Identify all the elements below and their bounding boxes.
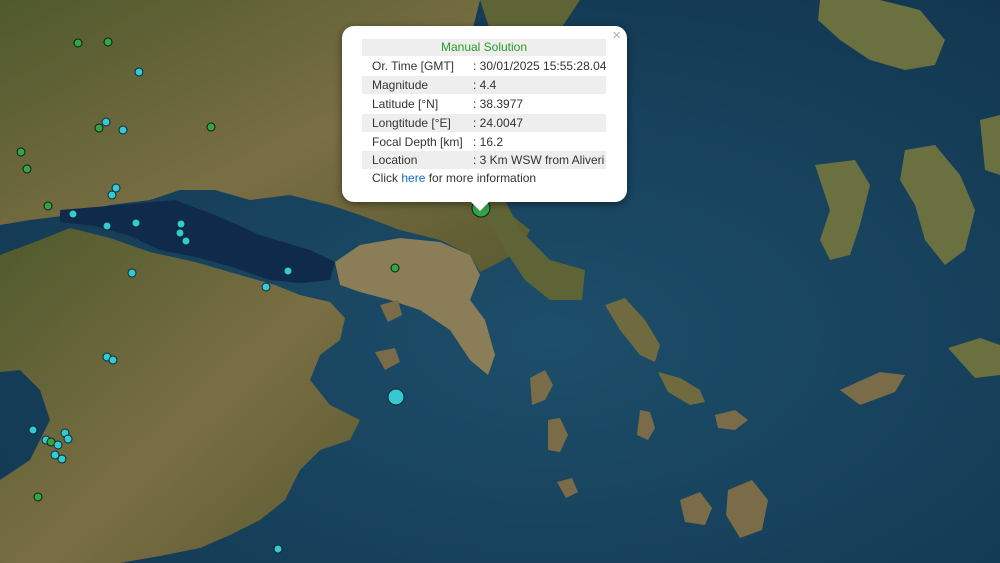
popup-row-focal-depth: Focal Depth [km] : 16.2 [362, 133, 606, 151]
quake-marker[interactable] [134, 67, 144, 77]
row-value: : 38.3977 [473, 97, 524, 111]
quake-marker[interactable] [273, 544, 283, 554]
row-label: Or. Time [GMT] [372, 59, 455, 73]
quake-marker[interactable] [107, 190, 117, 200]
popup-row-location: Location : 3 Km WSW from Aliveri [362, 151, 606, 169]
quake-marker[interactable] [108, 355, 118, 365]
quake-marker[interactable] [101, 117, 111, 127]
more-info-link[interactable]: here [401, 171, 425, 185]
popup-row-longitude: Longtitude [°E] : 24.0047 [362, 114, 606, 132]
quake-marker[interactable] [28, 425, 38, 435]
quake-marker[interactable] [283, 266, 293, 276]
quake-marker[interactable] [57, 454, 67, 464]
row-value: : 30/01/2025 15:55:28.04 [473, 59, 607, 73]
row-value: : 4.4 [473, 78, 497, 92]
earthquake-info-popup: × Manual Solution Or. Time [GMT] : 30/01… [342, 26, 627, 211]
popup-row-origin-time: Or. Time [GMT] : 30/01/2025 15:55:28.04 [362, 57, 606, 75]
close-icon[interactable]: × [612, 28, 621, 44]
quake-marker[interactable] [33, 492, 43, 502]
quake-marker-large[interactable] [387, 388, 405, 406]
quake-marker[interactable] [68, 209, 78, 219]
quake-marker[interactable] [181, 236, 191, 246]
quake-marker[interactable] [390, 263, 400, 273]
quake-marker[interactable] [131, 218, 141, 228]
popup-title: Manual Solution [362, 39, 606, 56]
quake-marker[interactable] [127, 268, 137, 278]
quake-marker[interactable] [103, 37, 113, 47]
more-info-suffix: for more information [425, 171, 537, 185]
popup-row-latitude: Latitude [°N] : 38.3977 [362, 95, 606, 113]
row-label: Longtitude [°E] [372, 116, 451, 130]
quake-marker[interactable] [22, 164, 32, 174]
quake-marker[interactable] [63, 434, 73, 444]
row-value: : 16.2 [473, 135, 504, 149]
row-label: Latitude [°N] [372, 97, 439, 111]
quake-marker[interactable] [118, 125, 128, 135]
quake-marker[interactable] [94, 123, 104, 133]
quake-marker[interactable] [102, 221, 112, 231]
quake-marker[interactable] [43, 201, 53, 211]
quake-marker[interactable] [206, 122, 216, 132]
row-label: Location [372, 153, 418, 167]
quake-marker[interactable] [53, 440, 63, 450]
row-value: : 3 Km WSW from Aliveri [473, 153, 605, 167]
more-info-prefix: Click [372, 171, 402, 185]
quake-marker[interactable] [16, 147, 26, 157]
quake-marker[interactable] [175, 228, 185, 238]
row-value: : 24.0047 [473, 116, 524, 130]
row-label: Magnitude [372, 78, 429, 92]
quake-marker[interactable] [73, 38, 83, 48]
popup-pointer [470, 201, 490, 211]
quake-marker[interactable] [261, 282, 271, 292]
popup-row-magnitude: Magnitude : 4.4 [362, 76, 606, 94]
quake-marker[interactable] [176, 219, 186, 229]
row-label: Focal Depth [km] [372, 135, 463, 149]
more-info-line: Click here for more information [372, 171, 536, 186]
